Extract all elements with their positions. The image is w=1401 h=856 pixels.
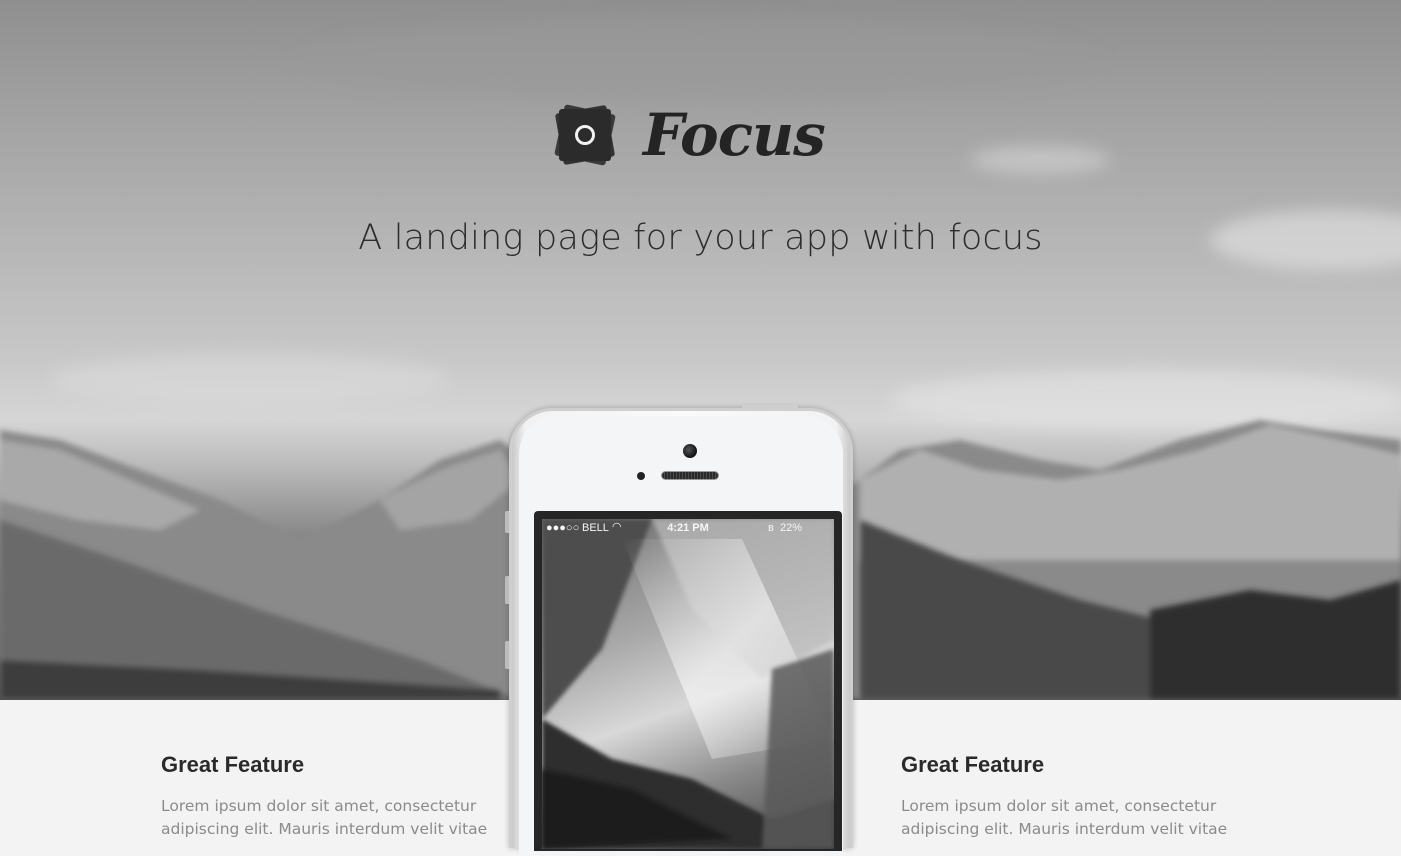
mute-switch	[505, 511, 509, 533]
focus-logo-icon	[553, 103, 617, 167]
status-bar: ●●●○○ BELL ◠ 4:21 PM ʙ 22%	[542, 519, 834, 537]
proximity-sensor-icon	[637, 472, 645, 480]
hero-tagline: A landing page for your app with focus	[358, 218, 1043, 258]
feature-text: Lorem ipsum dolor sit amet, consectetur …	[901, 797, 1228, 838]
volume-down-button	[505, 641, 509, 669]
bluetooth-icon: ʙ	[768, 522, 774, 534]
screen-bezel: ●●●○○ BELL ◠ 4:21 PM ʙ 22%	[534, 511, 842, 851]
feature-card: Great Feature Lorem ipsum dolor sit amet…	[901, 752, 1231, 841]
phone-face: ●●●○○ BELL ◠ 4:21 PM ʙ 22%	[519, 416, 843, 856]
brand-name: Focus	[643, 101, 826, 169]
volume-up-button	[505, 576, 509, 604]
feature-text: Lorem ipsum dolor sit amet, consectetur …	[161, 797, 488, 838]
feature-title: Great Feature	[161, 752, 305, 777]
brand[interactable]: Focus	[553, 100, 826, 170]
phone-wallpaper-image	[542, 519, 834, 849]
front-camera-icon	[683, 444, 697, 458]
phone-mockup: ●●●○○ BELL ◠ 4:21 PM ʙ 22%	[505, 405, 853, 856]
battery-level: 22%	[780, 522, 803, 534]
power-button	[742, 405, 798, 410]
feature-card: Great Feature Lorem ipsum dolor sit amet…	[161, 752, 491, 841]
phone-screen: ●●●○○ BELL ◠ 4:21 PM ʙ 22%	[542, 519, 834, 849]
feature-title: Great Feature	[901, 752, 1045, 777]
earpiece-speaker-icon	[661, 471, 719, 480]
